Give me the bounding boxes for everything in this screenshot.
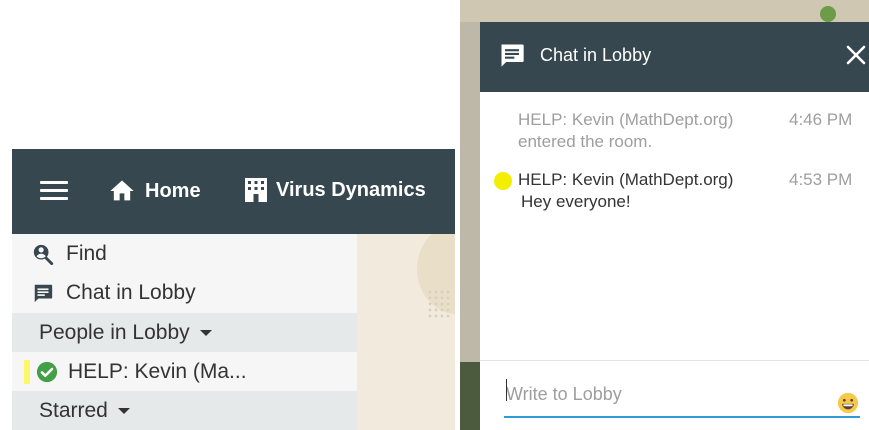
home-nav-label: Home [145,179,201,202]
sidebar-section-starred-label: Starred [39,399,108,422]
chat-bubble-icon [34,284,53,303]
sidebar-item-chat[interactable]: Chat in Lobby [12,273,357,313]
map-background-top [460,0,869,22]
chat-input[interactable] [504,372,838,416]
chat-panel: Chat in Lobby HELP: Kevin (MathDept.org)… [480,22,869,430]
message-author: HELP: Kevin (MathDept.org) [518,110,734,129]
chat-title: Chat in Lobby [540,45,652,65]
message-timestamp: 4:53 PM [789,170,853,189]
presence-marker [24,360,30,384]
left-app-area: Home Virus Dynamics Find Chat in Lobby P… [0,0,460,430]
room-nav-label: Virus Dynamics [276,178,426,201]
map-background-left-lower [460,362,480,430]
sidebar-panel: Find Chat in Lobby People in Lobby HELP:… [12,234,357,430]
chevron-down-icon [117,408,130,414]
map-background-left [460,22,480,362]
sidebar-person-kevin[interactable]: HELP: Kevin (Ma... [12,352,357,392]
message-text: Hey everyone! [521,192,631,211]
sidebar-item-chat-label: Chat in Lobby [66,281,196,304]
sidebar-section-starred[interactable]: Starred [12,391,357,430]
chat-header: Chat in Lobby [480,22,869,92]
room-nav-button[interactable]: Virus Dynamics [244,177,426,203]
chat-input-area [504,372,860,418]
check-circle-icon [36,361,58,383]
hamburger-icon[interactable] [40,181,68,201]
home-icon [110,180,134,201]
map-decoration [820,6,836,22]
sidebar-person-kevin-label: HELP: Kevin (Ma... [68,360,247,383]
chat-bubble-icon [501,44,524,67]
grinning-face-icon[interactable] [837,392,859,414]
text-cursor [506,379,507,401]
message-timestamp: 4:46 PM [789,110,853,129]
building-icon [245,178,267,202]
sidebar-item-find[interactable]: Find [12,234,357,274]
chevron-down-icon [199,330,212,336]
sidebar-section-people-label: People in Lobby [39,321,190,344]
message-text: entered the room. [518,132,653,151]
chat-input-underline [504,416,860,418]
map-background [357,234,455,430]
close-icon[interactable] [844,42,868,68]
right-app-area: Chat in Lobby HELP: Kevin (MathDept.org)… [460,0,869,430]
presence-dot [494,172,512,190]
sidebar-section-people[interactable]: People in Lobby [12,313,357,353]
sidebar-item-find-label: Find [66,242,107,265]
home-nav-button[interactable]: Home [107,177,201,205]
chat-divider [480,360,869,361]
top-navigation-bar: Home Virus Dynamics [12,149,455,234]
message-author: HELP: Kevin (MathDept.org) [518,170,734,189]
person-search-icon [33,244,54,265]
